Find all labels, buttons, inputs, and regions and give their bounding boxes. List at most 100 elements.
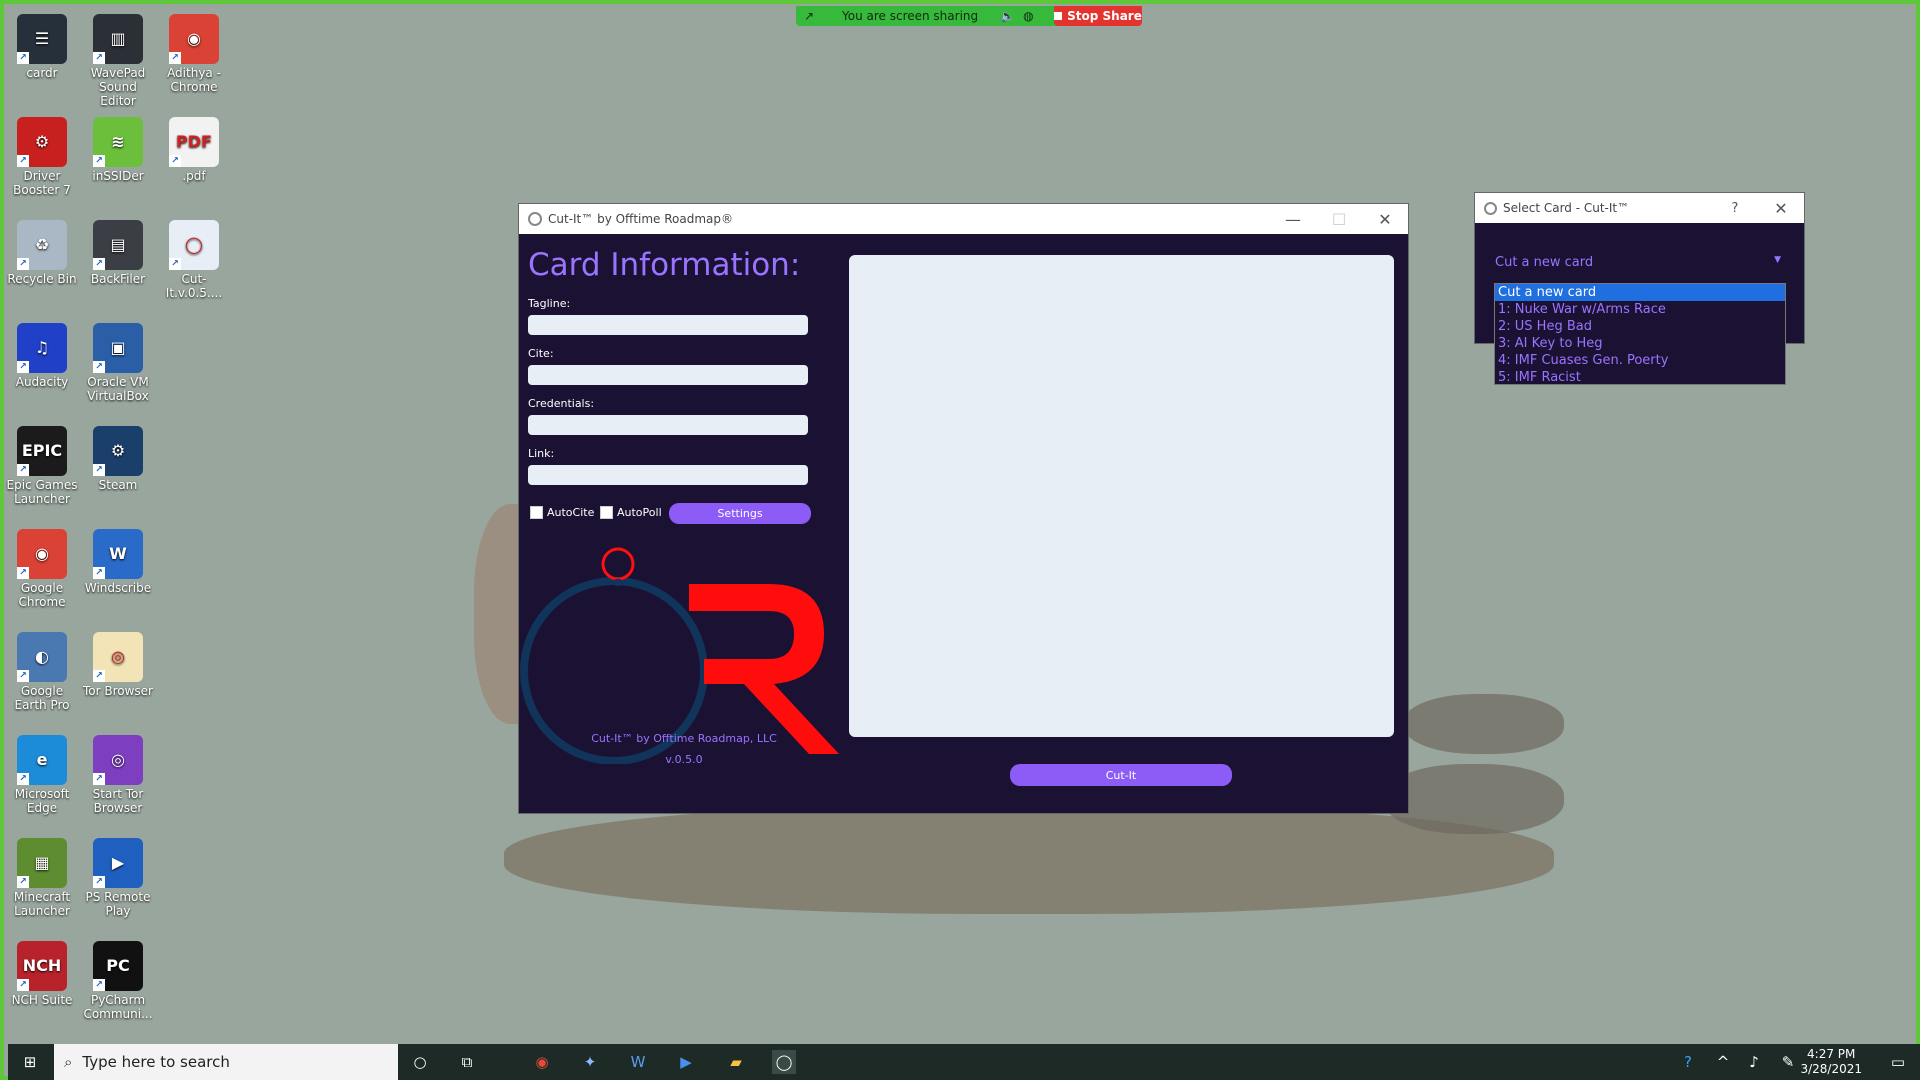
dialog-title: Select Card - Cut-It™ [1503, 201, 1630, 215]
desktop-icon-microsoft-edge[interactable]: e ↗ Microsoft Edge [4, 735, 80, 815]
dropdown-option[interactable]: 2: US Heg Bad [1495, 318, 1785, 335]
shield-icon[interactable]: ◍ [1023, 9, 1033, 23]
desktop-icon-label: Google Chrome [18, 581, 66, 609]
desktop-icon-cut-it-v-0-5[interactable]: ◯ ↗ Cut-It.v.0.5.... [156, 220, 232, 300]
notification-icon[interactable]: ▭ [1886, 1050, 1910, 1074]
maximize-button[interactable]: ☐ [1316, 204, 1362, 234]
combo-selected-value: Cut a new card [1495, 255, 1594, 270]
credentials-input[interactable] [528, 415, 808, 435]
help-tray-icon[interactable]: ? [1676, 1050, 1700, 1074]
file-explorer-icon[interactable]: ▰ [724, 1050, 748, 1074]
clock-date: 3/28/2021 [1800, 1062, 1862, 1076]
chrome-taskbar-icon[interactable]: ◉ [530, 1050, 554, 1074]
card-select-combobox[interactable]: Cut a new card ▼ [1495, 255, 1781, 273]
app-icon: ◎ ↗ [93, 735, 143, 785]
main-window-titlebar[interactable]: Cut-It™ by Offtime Roadmap® — ☐ ✕ [519, 204, 1408, 234]
desktop-icon-label: Windscribe [84, 581, 152, 595]
dropdown-option[interactable]: Cut a new card [1495, 284, 1785, 301]
desktop-icon-start-tor-browser[interactable]: ◎ ↗ Start Tor Browser [80, 735, 156, 815]
app-icon: ☰ ↗ [17, 14, 67, 64]
shortcut-arrow-icon: ↗ [17, 567, 29, 579]
desktop-icon-label: Adithya - Chrome [167, 66, 221, 94]
dialog-close-button[interactable]: ✕ [1758, 193, 1804, 223]
app-icon: ◎ ↗ [93, 632, 143, 682]
chevron-up-icon[interactable]: ^ [1711, 1050, 1735, 1074]
wallpaper-stroke [1404, 694, 1564, 754]
shortcut-arrow-icon: ↗ [17, 258, 29, 270]
desktop-icon-pycharm-communi[interactable]: PC ↗ PyCharm Communi... [80, 941, 156, 1021]
desktop-icon-epic-games-launcher[interactable]: EPIC ↗ Epic Games Launcher [4, 426, 80, 506]
shortcut-arrow-icon: ↗ [17, 773, 29, 785]
cortana-icon[interactable]: ○ [408, 1050, 432, 1074]
cutit-taskbar-icon[interactable]: ◯ [772, 1050, 796, 1074]
desktop-icon-oracle-vm-virtualbox[interactable]: ▣ ↗ Oracle VM VirtualBox [80, 323, 156, 403]
desktop-icon-inssider[interactable]: ≋ ↗ inSSIDer [80, 117, 156, 183]
desktop-icon-recycle-bin[interactable]: ♻ ↗ Recycle Bin [4, 220, 80, 286]
desktop-icon-backfiler[interactable]: ▤ ↗ BackFiler [80, 220, 156, 286]
dialog-titlebar[interactable]: Select Card - Cut-It™ ? ✕ [1475, 193, 1804, 223]
pen-icon[interactable]: ✎ [1776, 1050, 1800, 1074]
dropdown-option[interactable]: 3: AI Key to Heg [1495, 335, 1785, 352]
desktop-icon-google-earth-pro[interactable]: ◐ ↗ Google Earth Pro [4, 632, 80, 712]
windows-start-icon[interactable]: ⊞ [18, 1050, 42, 1074]
desktop-icon-windscribe[interactable]: W ↗ Windscribe [80, 529, 156, 595]
desktop-icon-label: Start Tor Browser [92, 787, 144, 815]
wallpaper-stroke [1384, 764, 1564, 834]
desktop-icon-nch-suite[interactable]: NCH ↗ NCH Suite [4, 941, 80, 1007]
autopoll-label: AutoPoll [617, 506, 662, 519]
shortcut-arrow-icon: ↗ [169, 155, 181, 167]
desktop-icon-label: Audacity [15, 375, 69, 389]
stop-icon [1054, 12, 1063, 20]
desktop-icon-wavepad-sound-editor[interactable]: ▥ ↗ WavePad Sound Editor [80, 14, 156, 108]
autocite-checkbox[interactable] [530, 506, 543, 519]
stop-share-button[interactable]: Stop Share [1054, 6, 1142, 26]
task-view-icon[interactable]: ⧉ [455, 1050, 479, 1074]
offtime-roadmap-logo [520, 547, 839, 764]
desktop-icon-label: PS Remote Play [85, 890, 151, 918]
cutit-main-window: Cut-It™ by Offtime Roadmap® — ☐ ✕ Card I… [518, 203, 1409, 814]
desktop-icon-cardr[interactable]: ☰ ↗ cardr [4, 14, 80, 80]
desktop-icon-steam[interactable]: ⚙ ↗ Steam [80, 426, 156, 492]
system-clock[interactable]: 4:27 PM 3/28/2021 [1800, 1047, 1862, 1077]
dropdown-option[interactable]: 4: IMF Cuases Gen. Poerty [1495, 352, 1785, 369]
microphone-icon[interactable]: ♪ [1742, 1050, 1766, 1074]
link-input[interactable] [528, 465, 808, 485]
card-text-area[interactable] [849, 255, 1394, 737]
settings-button[interactable]: Settings [669, 503, 811, 524]
cut-it-button[interactable]: Cut-It [1010, 764, 1232, 786]
app-icon: ▥ ↗ [93, 14, 143, 64]
dropdown-option[interactable]: 1: Nuke War w/Arms Race [1495, 301, 1785, 318]
desktop-icon-pdf[interactable]: PDF ↗ .pdf [156, 117, 232, 183]
tagline-input[interactable] [528, 315, 808, 335]
close-button[interactable]: ✕ [1362, 204, 1408, 234]
shortcut-arrow-icon: ↗ [93, 258, 105, 270]
shortcut-arrow-icon: ↗ [17, 670, 29, 682]
shortcut-arrow-icon: ↗ [93, 155, 105, 167]
cite-input[interactable] [528, 365, 808, 385]
desktop-icon-google-chrome[interactable]: ◉ ↗ Google Chrome [4, 529, 80, 609]
cite-label: Cite: [528, 347, 554, 360]
taskbar-search-box[interactable]: ⌕ Type here to search [54, 1044, 398, 1080]
share-status-text: You are screen sharing [842, 9, 979, 23]
desktop-icon-audacity[interactable]: ♫ ↗ Audacity [4, 323, 80, 389]
desktop-icon-ps-remote-play[interactable]: ▶ ↗ PS Remote Play [80, 838, 156, 918]
minimize-button[interactable]: — [1270, 204, 1316, 234]
app-taskbar-icon[interactable]: ✦ [578, 1050, 602, 1074]
autopoll-checkbox[interactable] [600, 506, 613, 519]
desktop-icon-label: Minecraft Launcher [13, 890, 71, 918]
app-icon: ▤ ↗ [93, 220, 143, 270]
shortcut-arrow-icon: ↗ [93, 361, 105, 373]
word-taskbar-icon[interactable]: W [626, 1050, 650, 1074]
shortcut-arrow-icon: ↗ [169, 258, 181, 270]
desktop-icon-minecraft-launcher[interactable]: ▦ ↗ Minecraft Launcher [4, 838, 80, 918]
speaker-icon[interactable]: 🔈 [1000, 9, 1015, 23]
zoom-taskbar-icon[interactable]: ▶ [674, 1050, 698, 1074]
desktop-icon-adithya-chrome[interactable]: ◉ ↗ Adithya - Chrome [156, 14, 232, 94]
dropdown-option[interactable]: 5: IMF Racist [1495, 369, 1785, 386]
desktop-icon-driver-booster-7[interactable]: ⚙ ↗ Driver Booster 7 [4, 117, 80, 197]
desktop-icon-label: .pdf [182, 169, 206, 183]
shortcut-arrow-icon: ↗ [17, 52, 29, 64]
logo-stopwatch-crown [601, 547, 635, 581]
help-button[interactable]: ? [1712, 193, 1758, 223]
desktop-icon-tor-browser[interactable]: ◎ ↗ Tor Browser [80, 632, 156, 698]
